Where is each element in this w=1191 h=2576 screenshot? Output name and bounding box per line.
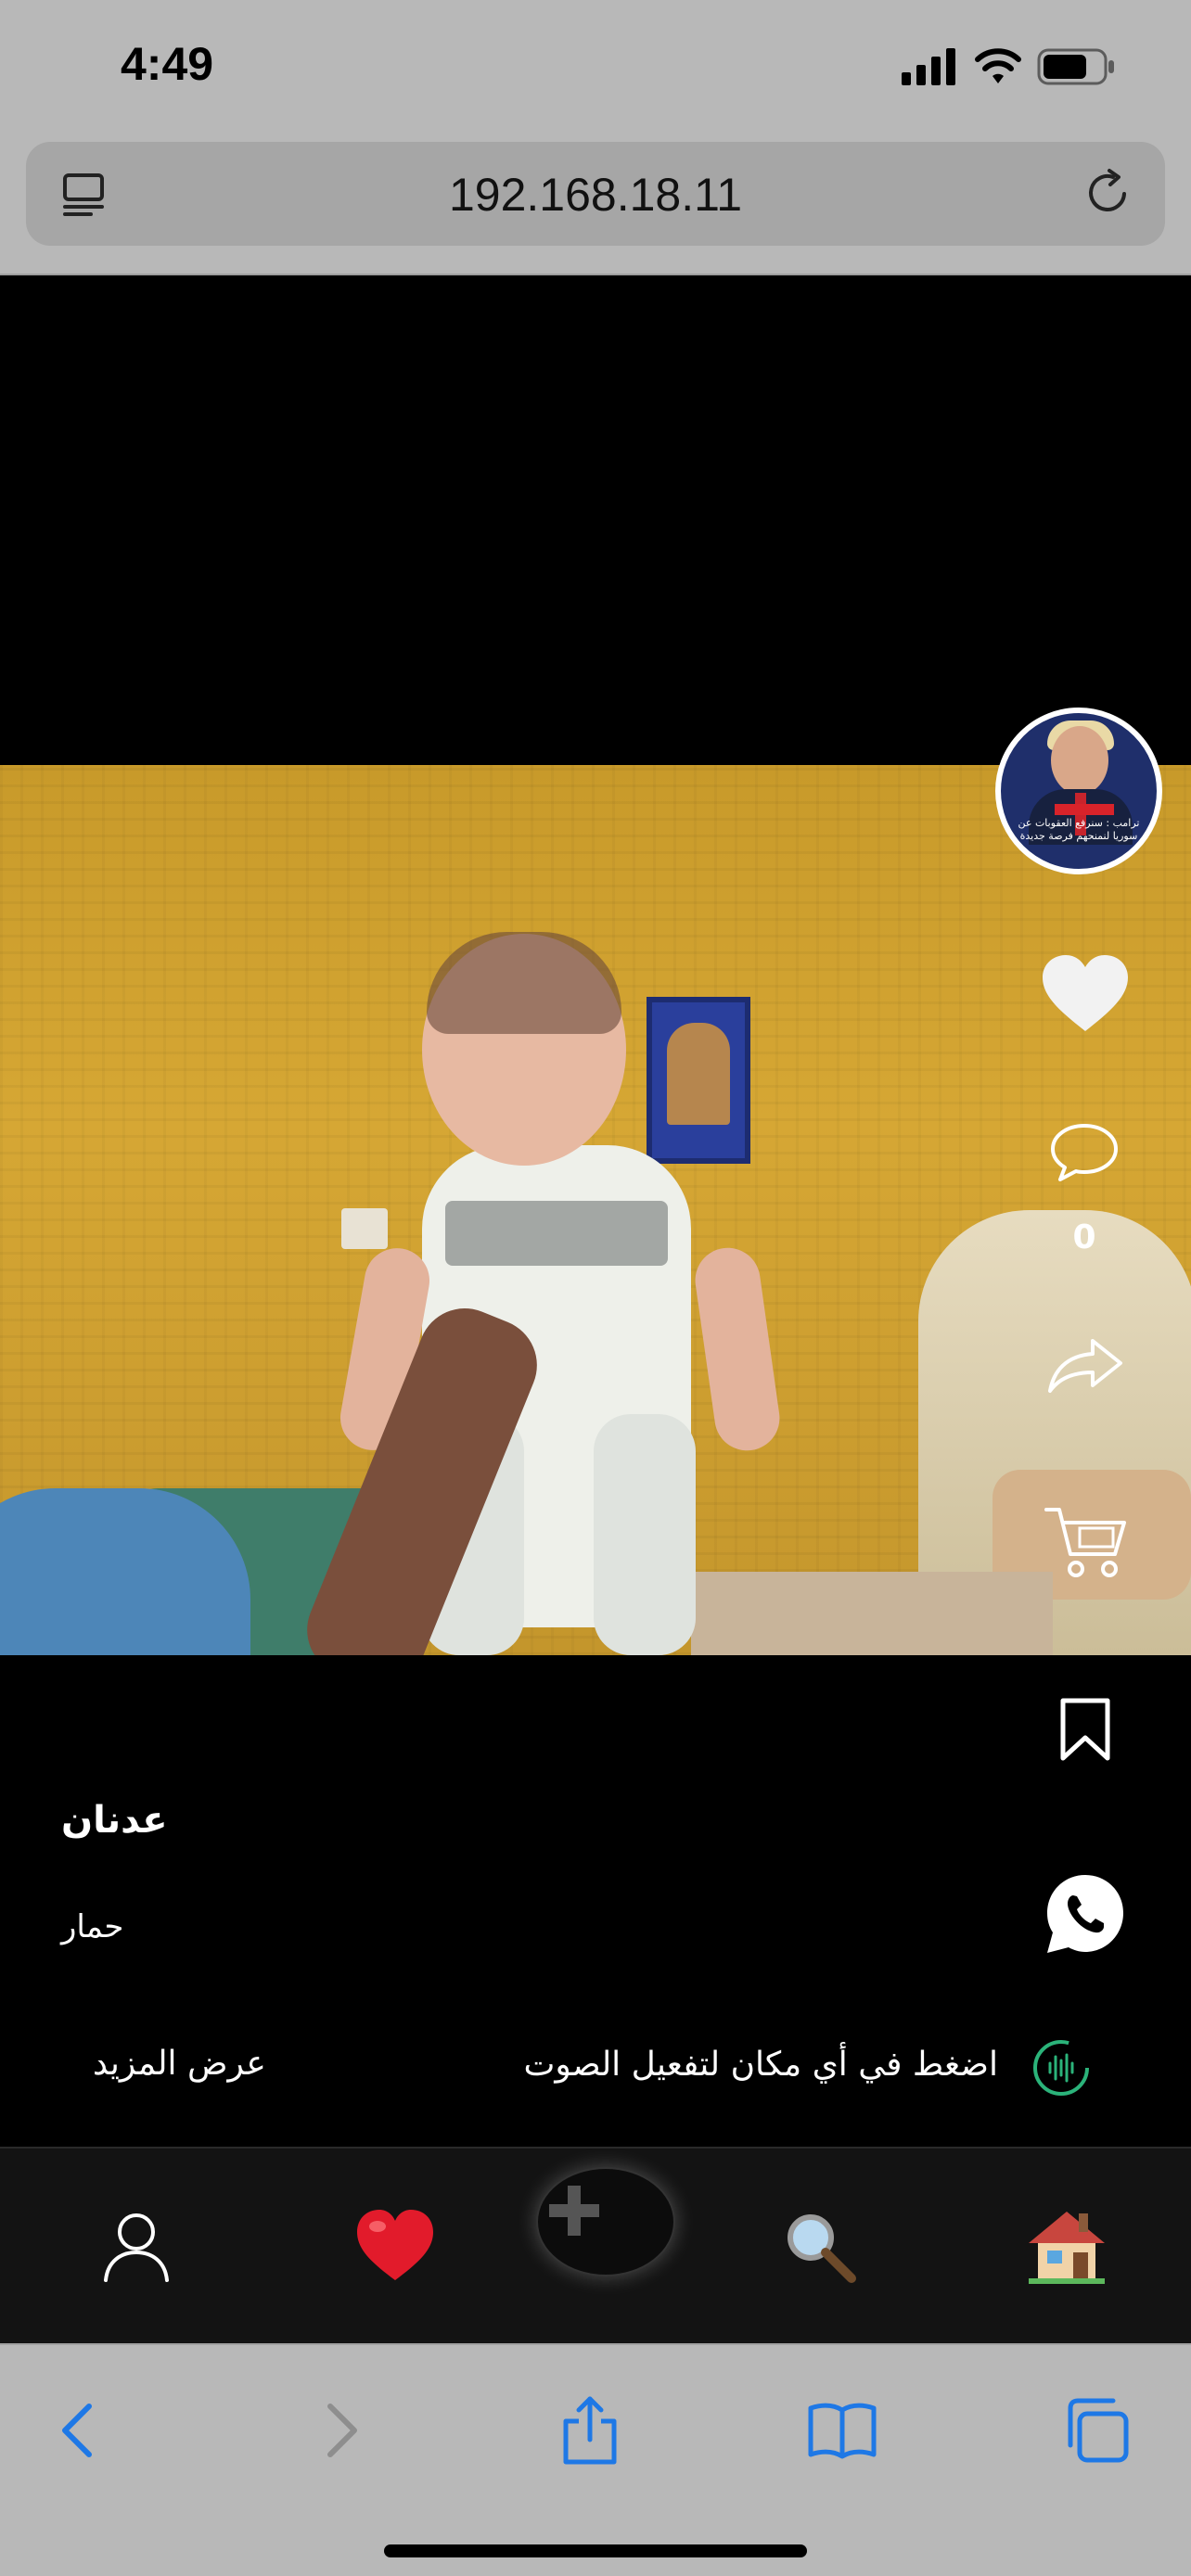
home-indicator (384, 2544, 807, 2557)
cellular-signal-icon (902, 48, 955, 85)
bookmarks-book-icon[interactable] (805, 2393, 879, 2468)
add-post-button[interactable] (536, 2167, 675, 2276)
wifi-icon (975, 48, 1021, 83)
magnifier-icon[interactable] (777, 2204, 861, 2288)
battery-icon (1037, 48, 1114, 85)
red-heart-icon[interactable] (353, 2204, 437, 2288)
avatar-caption: ترامب : سنرفع العقوبات عن سوريا لنمنحهم … (1018, 817, 1140, 842)
audio-hint-text: اضغط في أي مكان لتفعيل الصوت (523, 2046, 998, 2084)
show-more-link[interactable]: عرض المزيد (93, 2045, 266, 2083)
video-frame[interactable] (0, 765, 1191, 1655)
address-bar[interactable]: 192.168.18.11 (26, 142, 1165, 246)
reload-icon[interactable] (1083, 168, 1133, 218)
plus-icon (549, 2186, 599, 2236)
video-wall-socket (341, 1208, 388, 1249)
video-player[interactable]: ترامب : سنرفع العقوبات عن سوريا لنمنحهم … (0, 275, 1191, 2147)
sound-wave-icon[interactable] (1031, 2038, 1091, 2098)
cart-icon[interactable] (1043, 1502, 1130, 1580)
url-text[interactable]: 192.168.18.11 (26, 168, 1165, 222)
comment-count: 0 (1072, 1218, 1096, 1256)
avatar-face (1051, 726, 1108, 795)
status-time: 4:49 (121, 38, 214, 90)
post-description: حمار (61, 1908, 124, 1945)
post-username[interactable]: عدنان (61, 1799, 168, 1842)
like-heart-icon[interactable] (1041, 953, 1130, 1033)
house-icon[interactable] (1025, 2204, 1108, 2288)
profile-icon[interactable] (95, 2204, 178, 2288)
video-side-table (691, 1572, 1053, 1655)
video-baby-shirt-print (445, 1201, 668, 1266)
tabs-icon[interactable] (1059, 2393, 1133, 2468)
avatar-news-tag (1055, 804, 1114, 815)
creator-avatar[interactable]: ترامب : سنرفع العقوبات عن سوريا لنمنحهم … (995, 708, 1162, 874)
bottom-navigation (0, 2147, 1191, 2343)
back-icon[interactable] (43, 2393, 117, 2468)
share-icon[interactable] (553, 2393, 627, 2468)
whatsapp-icon[interactable] (1044, 1873, 1126, 1955)
browser-address-area: 192.168.18.11 (0, 134, 1191, 275)
video-wall-poster (647, 997, 750, 1164)
bookmark-icon[interactable] (1057, 1697, 1113, 1762)
status-bar: 4:49 (0, 0, 1191, 134)
enable-audio-hint[interactable]: اضغط في أي مكان لتفعيل الصوت (497, 2038, 1095, 2098)
forward-icon[interactable] (302, 2393, 377, 2468)
comment-icon[interactable] (1049, 1122, 1120, 1183)
browser-toolbar (0, 2343, 1191, 2576)
share-arrow-icon[interactable] (1046, 1335, 1124, 1395)
video-baby-leg-right (594, 1414, 696, 1655)
